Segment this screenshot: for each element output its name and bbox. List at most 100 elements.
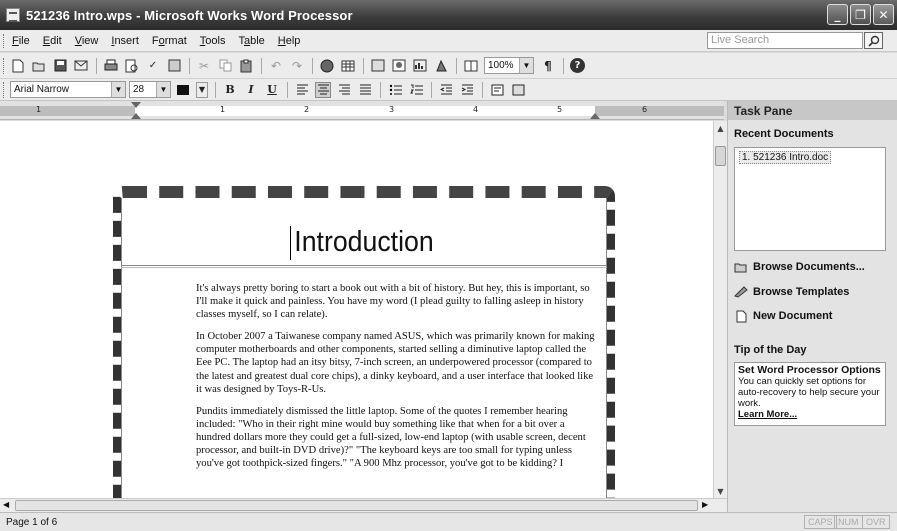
redo-icon[interactable]: ↷ [289, 58, 305, 74]
scroll-right-icon[interactable]: ▶ [702, 500, 708, 509]
thesaurus-icon[interactable] [166, 58, 182, 74]
browse-templates-label: Browse Templates [753, 286, 850, 298]
font-name-select[interactable]: Arial Narrow ▼ [10, 81, 126, 98]
document-heading[interactable]: Introduction [140, 226, 587, 259]
insert-spreadsheet-icon[interactable] [370, 58, 386, 74]
email-icon[interactable] [73, 58, 89, 74]
menu-help[interactable]: Help [278, 35, 301, 47]
standard-toolbar: ✓ ✂ ↶ ↷ 100% ▼ ¶ ? [0, 53, 897, 79]
insert-hyperlink-icon[interactable] [319, 58, 335, 74]
toolbar-separator [431, 81, 432, 98]
clipart-icon[interactable] [433, 58, 449, 74]
copy-icon[interactable] [217, 58, 233, 74]
help-icon[interactable]: ? [570, 58, 585, 73]
toolbar-grip[interactable] [3, 58, 6, 74]
print-icon[interactable] [103, 58, 119, 74]
toolbar-grip[interactable] [3, 82, 6, 98]
columns-icon[interactable] [463, 58, 479, 74]
scroll-thumb[interactable] [715, 146, 726, 166]
open-folder-icon[interactable] [31, 58, 47, 74]
task-pane-title: Task Pane [728, 101, 897, 120]
recent-documents-heading: Recent Documents [734, 128, 834, 140]
cut-icon[interactable]: ✂ [196, 58, 212, 74]
shading-icon[interactable] [510, 82, 526, 98]
horizontal-ruler[interactable]: 1 1 2 3 4 5 6 [0, 101, 724, 120]
undo-icon[interactable]: ↶ [268, 58, 284, 74]
menu-format[interactable]: Format [152, 35, 187, 47]
browse-templates-link[interactable]: Browse Templates [734, 286, 849, 298]
horizontal-scrollbar[interactable]: ◀ ▶ [0, 498, 727, 512]
menu-table[interactable]: Table [238, 35, 264, 47]
justify-icon[interactable] [357, 82, 373, 98]
open-folder-icon [734, 261, 748, 273]
print-preview-icon[interactable] [124, 58, 140, 74]
left-indent-marker[interactable] [131, 113, 141, 119]
bold-button[interactable]: B [222, 82, 238, 98]
ruler-number: 6 [642, 105, 648, 114]
menu-tools[interactable]: Tools [200, 35, 226, 47]
scroll-up-icon[interactable]: ▲ [714, 121, 727, 135]
ruler-margin [595, 106, 724, 116]
recent-documents-list: 1. 521236 Intro.doc [734, 147, 886, 251]
learn-more-link[interactable]: Learn More... [738, 409, 882, 420]
title-bar: 521236 Intro.wps - Microsoft Works Word … [0, 0, 897, 30]
scroll-thumb[interactable] [15, 500, 698, 511]
text-cursor [290, 226, 291, 260]
ovr-indicator: OVR [862, 515, 890, 529]
numbering-icon[interactable] [408, 82, 424, 98]
paste-icon[interactable] [238, 58, 254, 74]
document-body[interactable]: It's always pretty boring to start a boo… [196, 282, 601, 479]
font-color-icon[interactable] [175, 82, 191, 98]
new-document-icon[interactable] [10, 58, 26, 74]
works-app-icon[interactable] [6, 8, 20, 22]
vertical-scrollbar[interactable]: ▲ ▼ [713, 121, 727, 498]
bullets-icon[interactable] [387, 82, 403, 98]
zoom-select[interactable]: 100% ▼ [484, 57, 534, 74]
menu-insert[interactable]: Insert [111, 35, 139, 47]
save-icon[interactable] [52, 58, 68, 74]
maximize-button[interactable]: ❐ [850, 4, 871, 25]
search-button[interactable] [864, 32, 883, 49]
toolbar-grip[interactable] [3, 34, 6, 48]
align-center-icon[interactable] [315, 81, 331, 98]
new-document-icon [734, 310, 748, 322]
document-area[interactable]: Introduction It's always pretty boring t… [0, 121, 713, 498]
browse-documents-link[interactable]: Browse Documents... [734, 261, 865, 273]
increase-indent-icon[interactable] [459, 82, 475, 98]
browse-documents-label: Browse Documents... [753, 261, 865, 273]
decrease-indent-icon[interactable] [438, 82, 454, 98]
ruler-number: 2 [304, 105, 310, 114]
underline-button[interactable]: U [264, 82, 280, 98]
font-size-select[interactable]: 28 ▼ [129, 81, 171, 98]
caps-indicator: CAPS [804, 515, 837, 529]
menu-edit[interactable]: Edit [43, 35, 62, 47]
first-line-indent-marker[interactable] [131, 102, 141, 108]
ruler-text-area [135, 106, 595, 116]
insert-picture-icon[interactable] [391, 58, 407, 74]
paragraph[interactable]: In October 2007 a Taiwanese company name… [196, 330, 601, 395]
align-left-icon[interactable] [294, 82, 310, 98]
font-color-dropdown-icon[interactable]: ▼ [196, 81, 208, 98]
paragraph[interactable]: Pundits immediately dismissed the little… [196, 405, 601, 470]
borders-icon[interactable] [489, 82, 505, 98]
paragraph[interactable]: It's always pretty boring to start a boo… [196, 282, 601, 321]
recent-document-item[interactable]: 1. 521236 Intro.doc [739, 151, 832, 164]
new-document-link[interactable]: New Document [734, 310, 832, 322]
live-search-input[interactable]: Live Search [707, 32, 863, 49]
toolbar-separator [96, 57, 97, 74]
align-right-icon[interactable] [336, 82, 352, 98]
minimize-button[interactable]: _ [827, 4, 848, 25]
document-page[interactable]: Introduction It's always pretty boring t… [113, 186, 615, 498]
italic-button[interactable]: I [243, 82, 259, 98]
insert-table-icon[interactable] [340, 58, 356, 74]
menu-file[interactable]: File [12, 35, 30, 47]
insert-chart-icon[interactable] [412, 58, 428, 74]
right-indent-marker[interactable] [590, 113, 600, 119]
show-formatting-icon[interactable]: ¶ [540, 58, 556, 74]
menu-view[interactable]: View [75, 35, 99, 47]
close-button[interactable]: ✕ [873, 4, 894, 25]
spell-check-icon[interactable]: ✓ [145, 58, 161, 74]
ruler-number: 1 [220, 105, 226, 114]
scroll-left-icon[interactable]: ◀ [3, 500, 9, 509]
scroll-down-icon[interactable]: ▼ [714, 484, 727, 498]
